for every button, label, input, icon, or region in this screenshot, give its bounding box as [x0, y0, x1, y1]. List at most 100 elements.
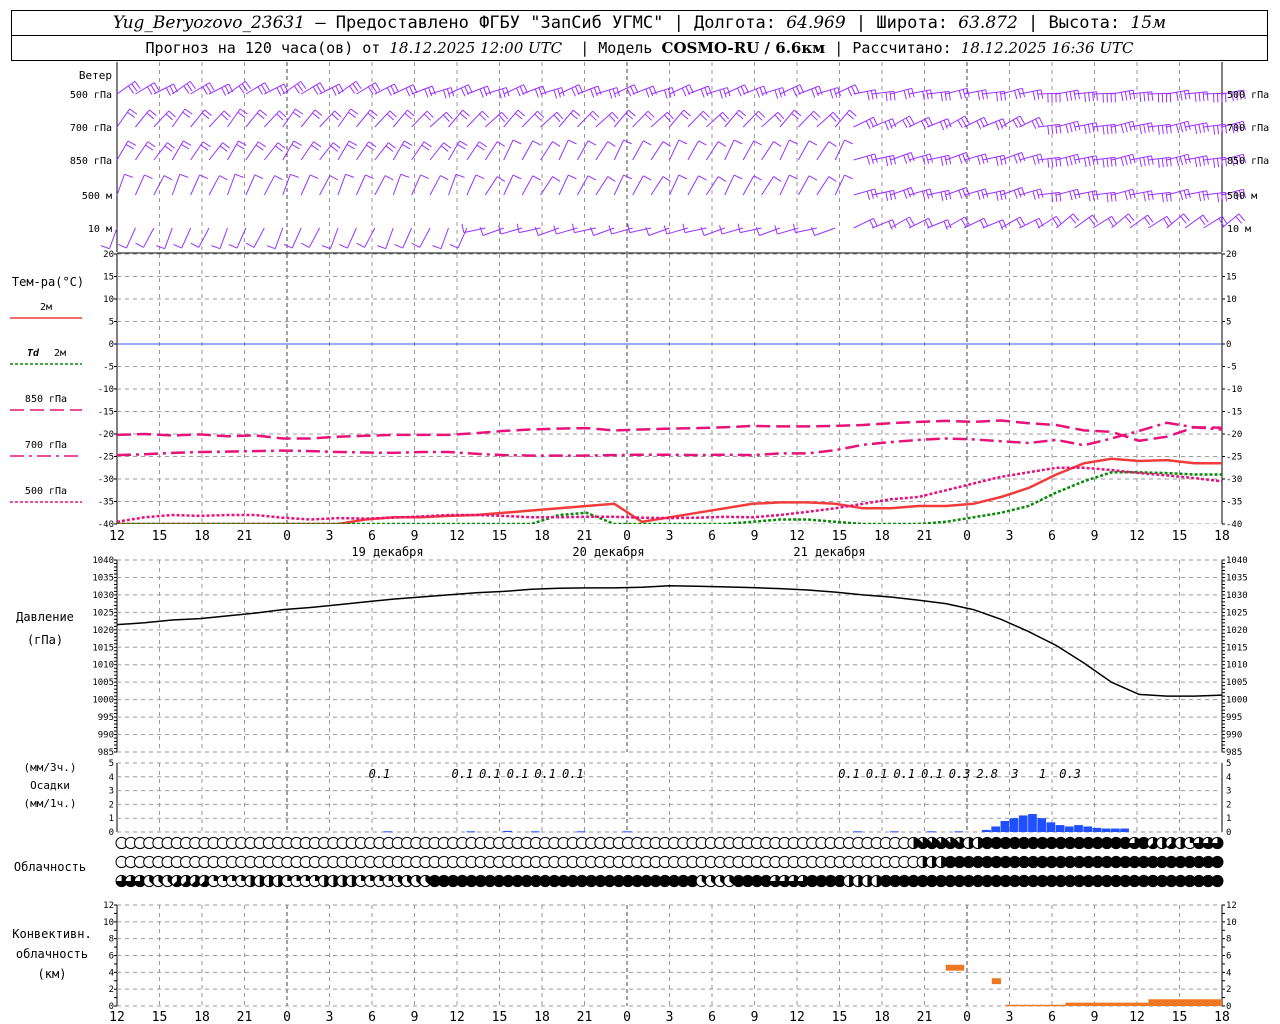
wind-barb-staff: [253, 227, 265, 248]
wind-barb-flag: [607, 176, 616, 182]
wind-barb-flag: [147, 141, 156, 148]
wind-barb-flag: [423, 113, 431, 121]
wind-barb-flag: [1088, 217, 1095, 225]
wind-barb-flag: [183, 85, 190, 94]
wind-barb-staff: [669, 174, 680, 196]
wind-barb-flag: [534, 113, 542, 121]
y-tick-label-left: 0: [109, 340, 114, 350]
wind-barb-flag: [411, 242, 420, 248]
wind-barb-flag: [254, 174, 264, 180]
precip-3h-label: 3: [1010, 767, 1018, 781]
wind-barb-flag: [1120, 92, 1124, 102]
x-tick-label: 15: [152, 529, 168, 544]
x-tick-label: 9: [411, 529, 419, 544]
wind-barb-flag: [808, 175, 818, 181]
wind-barb-flag: [479, 113, 487, 121]
wind-barb-staff: [853, 217, 874, 229]
wind-barb-flag: [943, 221, 948, 230]
wind-barb-staff: [466, 110, 483, 128]
wind-barb-flag: [516, 223, 520, 233]
wind-barb-staff: [429, 142, 445, 161]
wind-barb-flag: [479, 88, 484, 98]
wind-barb-flag: [1143, 157, 1146, 167]
precip-bar: [1028, 814, 1037, 832]
x-tick-label: 9: [411, 1010, 419, 1024]
wind-barb-staff: [411, 174, 422, 196]
wind-barb-flag: [1083, 124, 1087, 135]
wind-barb-flag: [553, 89, 558, 99]
wind-barb-flag: [239, 108, 248, 115]
wind-barb-flag: [293, 85, 300, 94]
wind-level-label-left: 850 гПа: [70, 156, 112, 167]
wind-barb-flag: [977, 91, 981, 101]
wind-barb-staff: [1019, 116, 1040, 128]
y-tick-label-left: 1010: [92, 661, 114, 671]
wind-barb: [927, 219, 952, 230]
wind-barb-flag: [1165, 124, 1168, 134]
y-tick-label-right: 1020: [1226, 626, 1248, 636]
wind-barb-flag: [190, 242, 199, 248]
wind-barb-flag: [737, 223, 741, 233]
wind-barb-flag: [799, 84, 805, 94]
wind-barb: [227, 140, 247, 161]
y-tick-label-left: -25: [98, 453, 114, 463]
cloud-fill-full: [1211, 856, 1223, 868]
x-tick-label: 21: [917, 529, 933, 544]
wind-barb-flag: [319, 82, 326, 91]
wind-barb-flag: [1110, 124, 1113, 134]
wind-barb-flag: [995, 92, 999, 102]
wind-barb: [834, 174, 853, 196]
y-tick-label-right: 985: [1226, 748, 1242, 758]
wind-barb-staff: [521, 175, 534, 196]
wind-barb-flag: [793, 109, 802, 117]
x-tick-label: 9: [1091, 1010, 1099, 1024]
wind-barb-staff: [392, 174, 402, 196]
wind-barb: [411, 85, 436, 98]
wind-barb: [134, 174, 153, 196]
y-tick-label-right: 1: [1226, 814, 1231, 824]
wind-level-label-right: 500 гПа: [1227, 90, 1269, 101]
wind-barb-staff: [724, 139, 735, 161]
wind-barb-flag: [1052, 218, 1059, 227]
legend-label: 2м: [54, 348, 66, 359]
wind-barb-staff: [448, 109, 464, 128]
wind-barb-flag: [1213, 158, 1216, 168]
wind-barb-flag: [869, 219, 875, 229]
wind-barb-flag: [1087, 157, 1091, 167]
wind-barb-staff: [116, 108, 131, 128]
wind-barb: [337, 108, 359, 128]
wind-barb-flag: [501, 111, 509, 120]
wind-barb-staff: [135, 109, 150, 128]
wind-barb-flag: [983, 218, 989, 227]
wind-barb-flag: [348, 111, 356, 118]
wind-barb-flag: [633, 84, 639, 94]
wind-barb-flag: [1087, 192, 1091, 202]
wind-barb-flag: [1151, 190, 1154, 200]
wind-barb-staff: [816, 141, 830, 161]
wind-barb-flag: [791, 112, 799, 120]
wind-barb: [153, 175, 173, 196]
wind-barb-flag: [929, 188, 934, 198]
wind-barb-flag: [534, 88, 539, 98]
precip-3h-label: 2.8: [976, 767, 998, 781]
wind-barb-staff: [300, 82, 321, 95]
wind-barb: [116, 80, 141, 95]
wind-barb-flag: [182, 111, 191, 118]
wind-barb-flag: [146, 86, 153, 95]
wind-barb-flag: [1198, 124, 1202, 134]
wind-barb-staff: [705, 111, 724, 128]
wind-barb: [319, 175, 339, 196]
y-tick-label-right: 5: [1226, 318, 1231, 328]
wind-barb: [853, 89, 878, 101]
wind-barb: [503, 139, 522, 161]
wind-barb-flag: [1218, 218, 1225, 227]
wind-level-label-right: 500 м: [1227, 191, 1257, 202]
wind-barb-flag: [626, 87, 632, 97]
wind-barb: [982, 219, 1007, 230]
x-tick-label: 18: [194, 1010, 210, 1024]
wind-barb: [118, 227, 136, 249]
y-tick-label-right: 4: [1226, 773, 1231, 783]
wind-barb: [228, 227, 247, 249]
wind-barb-flag: [1069, 156, 1073, 166]
wind-barb-flag: [1166, 216, 1173, 225]
